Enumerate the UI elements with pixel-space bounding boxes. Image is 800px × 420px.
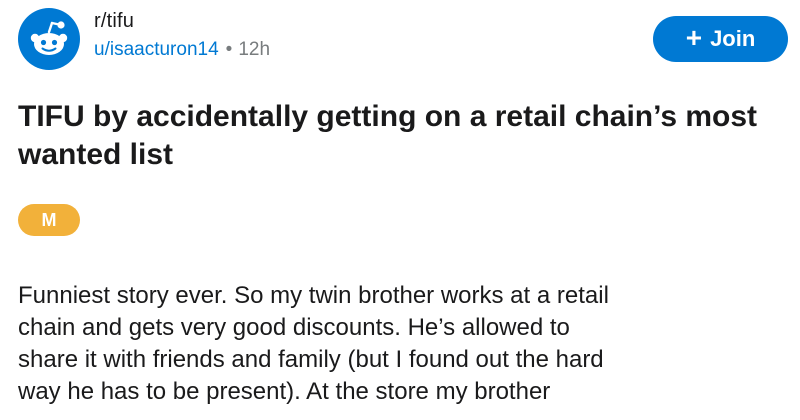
post-age: 12h: [238, 39, 271, 60]
post-flair-badge: M: [18, 204, 80, 236]
plus-icon: +: [685, 21, 703, 53]
post-body-line: Funniest story ever. So my twin brother …: [18, 282, 609, 309]
join-button[interactable]: + Join: [653, 16, 788, 62]
post-body-line: share it with friends and family (but I …: [18, 346, 604, 373]
post-body-line: way he has to be present). At the store …: [18, 378, 551, 405]
post-title[interactable]: TIFU by accidentally getting on a retail…: [18, 98, 758, 174]
post-body: Funniest story ever. So my twin brother …: [18, 280, 798, 408]
reddit-snoo-icon: [30, 21, 68, 55]
subreddit-avatar-icon[interactable]: [18, 8, 80, 70]
subreddit-name[interactable]: r/tifu: [94, 9, 270, 33]
author-line: u/isaacturon14 • 12h: [94, 38, 270, 62]
post-body-line: chain and gets very good discounts. He’s…: [18, 314, 570, 341]
author-username[interactable]: u/isaacturon14: [94, 39, 219, 60]
post-meta: r/tifu u/isaacturon14 • 12h: [94, 9, 270, 62]
post-header: r/tifu u/isaacturon14 • 12h + Join: [18, 8, 788, 72]
join-button-label: Join: [710, 26, 756, 51]
meta-separator: •: [225, 39, 233, 60]
